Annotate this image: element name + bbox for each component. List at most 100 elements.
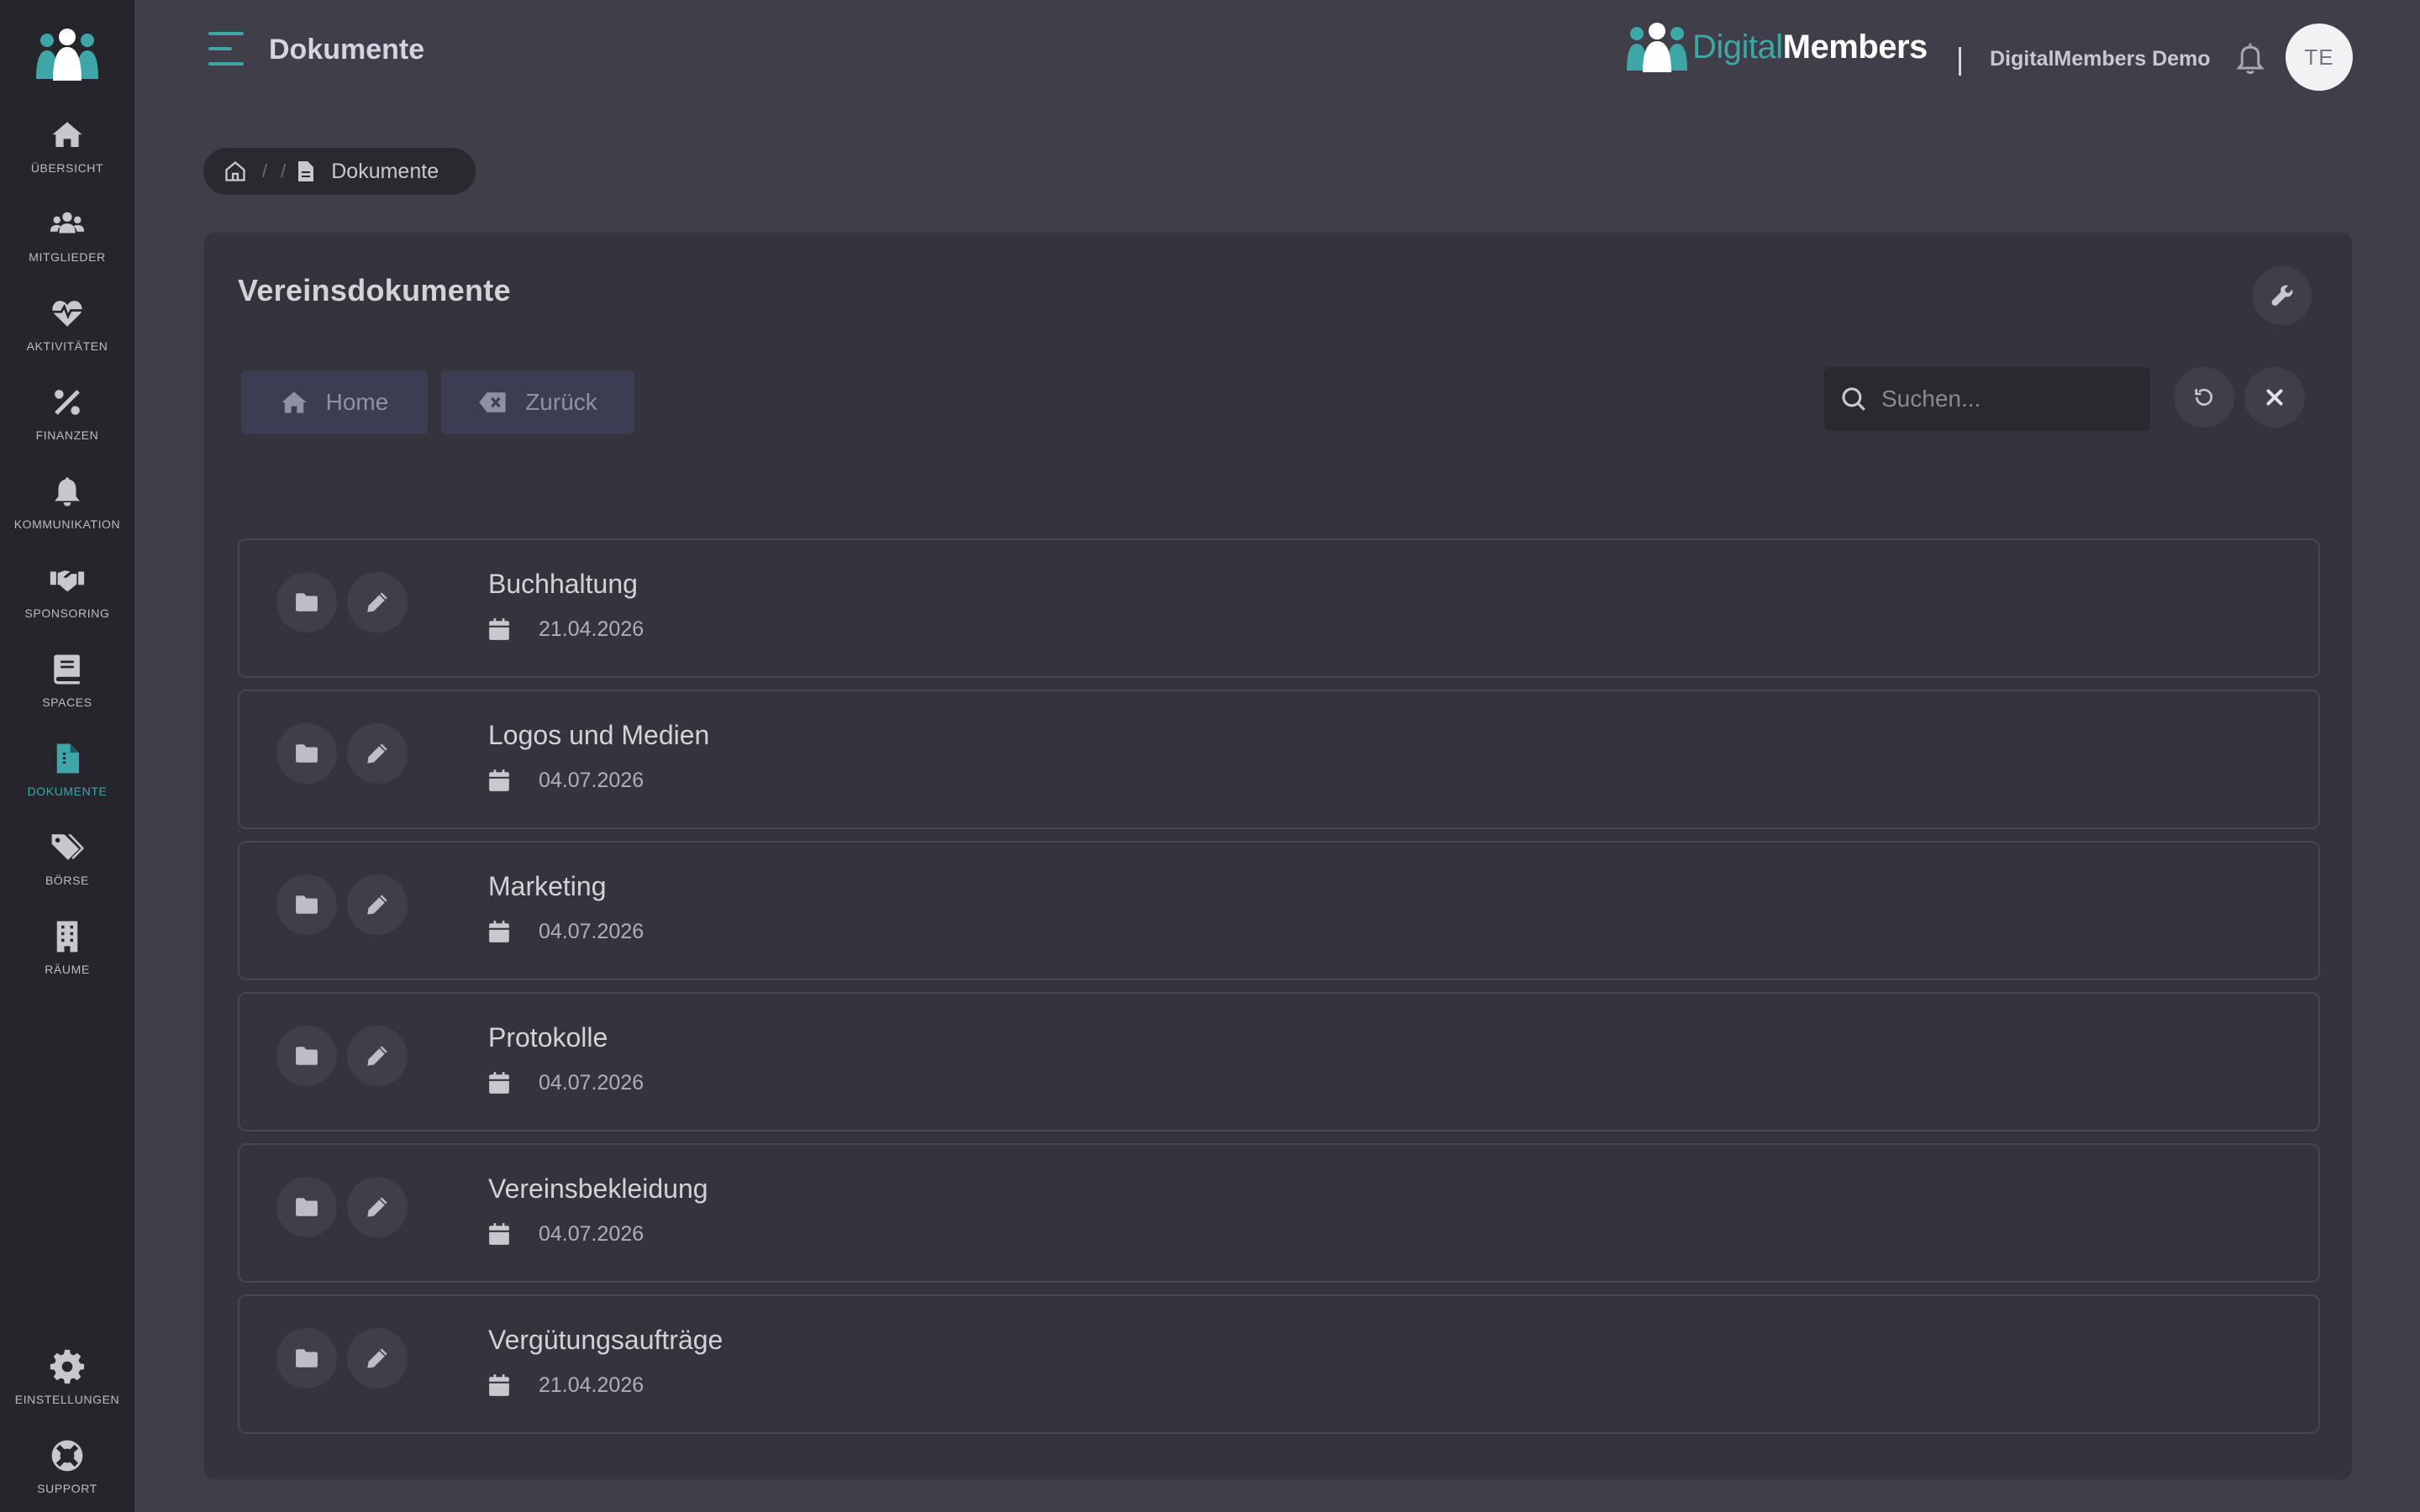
- sidebar: Übersicht Mitglieder Aktivitäten Finanze…: [0, 0, 134, 1512]
- menu-toggle-button[interactable]: [208, 32, 244, 66]
- document-row[interactable]: Vergütungsaufträge 21.04.2026: [238, 1294, 2320, 1434]
- home-icon: [281, 391, 307, 413]
- gear-icon: [50, 1349, 85, 1384]
- folder-icon: [296, 1047, 318, 1065]
- document-name: Logos und Medien: [488, 720, 710, 750]
- building-icon: [56, 921, 78, 953]
- close-icon: [2266, 389, 2283, 406]
- sidebar-item-label: Übersicht: [30, 161, 104, 175]
- document-name: Vereinsbekleidung: [488, 1173, 708, 1204]
- sidebar-item-label: Einstellungen: [14, 1393, 120, 1406]
- file-icon: [298, 161, 314, 181]
- sidebar-item-sponsoring[interactable]: Sponsoring: [0, 563, 134, 638]
- sidebar-item-boerse[interactable]: Börse: [0, 830, 134, 906]
- sidebar-item-label: Börse: [45, 874, 89, 887]
- edit-button[interactable]: [347, 723, 408, 784]
- brand-name: DigitalMembers: [1692, 29, 1928, 66]
- search-input[interactable]: [1881, 386, 2133, 412]
- document-row[interactable]: Protokolle 04.07.2026: [238, 992, 2320, 1131]
- document-row[interactable]: Vereinsbekleidung 04.07.2026: [238, 1143, 2320, 1283]
- hamburger-line: [208, 62, 244, 66]
- clear-button[interactable]: [2244, 367, 2305, 428]
- pencil-icon: [367, 1046, 387, 1066]
- sidebar-item-finanzen[interactable]: Finanzen: [0, 385, 134, 460]
- breadcrumb: / / Dokumente: [203, 148, 476, 195]
- handshake-icon: [50, 570, 85, 591]
- document-date: 04.07.2026: [539, 1071, 644, 1095]
- brand-logo: DigitalMembers: [1625, 22, 1928, 72]
- pencil-icon: [367, 592, 387, 612]
- folder-icon: [296, 895, 318, 914]
- sidebar-item-label: Spaces: [42, 696, 92, 709]
- home-icon: [52, 122, 82, 147]
- sidebar-item-label: Mitglieder: [29, 250, 106, 264]
- document-name: Protokolle: [488, 1022, 608, 1053]
- home-button-label: Home: [325, 389, 389, 415]
- sidebar-item-aktivitaeten[interactable]: Aktivitäten: [0, 296, 134, 371]
- breadcrumb-current[interactable]: Dokumente: [331, 160, 439, 184]
- open-folder-button[interactable]: [276, 1328, 337, 1389]
- document-date: 21.04.2026: [539, 1373, 644, 1397]
- breadcrumb-separator: /: [262, 160, 268, 181]
- open-folder-button[interactable]: [276, 572, 337, 633]
- pencil-icon: [367, 895, 387, 915]
- document-row[interactable]: Buchhaltung 21.04.2026: [238, 538, 2320, 678]
- wrench-icon: [2271, 285, 2293, 306]
- notifications-bell-icon[interactable]: [2235, 40, 2265, 76]
- document-row[interactable]: Logos und Medien 04.07.2026: [238, 690, 2320, 829]
- edit-button[interactable]: [347, 572, 408, 633]
- sidebar-item-label: Aktivitäten: [26, 339, 108, 353]
- back-button[interactable]: Zurück: [441, 370, 634, 434]
- reset-button[interactable]: [2174, 367, 2234, 428]
- home-outline-icon[interactable]: [224, 160, 247, 183]
- document-date: 21.04.2026: [539, 617, 644, 641]
- open-folder-button[interactable]: [276, 1026, 337, 1086]
- breadcrumb-separator: /: [281, 160, 287, 181]
- sidebar-item-label: Räume: [45, 963, 90, 976]
- sidebar-item-spaces[interactable]: Spaces: [0, 652, 134, 727]
- sidebar-item-mitglieder[interactable]: Mitglieder: [0, 207, 134, 282]
- sidebar-item-label: Support: [37, 1482, 97, 1495]
- tags-icon: [51, 834, 85, 860]
- app-logo-icon[interactable]: [36, 29, 98, 81]
- users-icon: [50, 212, 85, 234]
- open-folder-button[interactable]: [276, 874, 337, 935]
- organization-name: DigitalMembers Demo: [1990, 47, 2211, 71]
- edit-button[interactable]: [347, 874, 408, 935]
- sidebar-item-support[interactable]: Support: [0, 1438, 134, 1512]
- pencil-icon: [367, 743, 387, 764]
- heartbeat-icon: [52, 301, 82, 327]
- user-avatar[interactable]: TE: [2286, 24, 2353, 91]
- edit-button[interactable]: [347, 1177, 408, 1237]
- sidebar-item-raeume[interactable]: Räume: [0, 919, 134, 995]
- home-button[interactable]: Home: [241, 370, 428, 434]
- page-title: Dokumente: [269, 34, 425, 66]
- calendar-icon: [489, 618, 509, 640]
- document-icon: [56, 743, 79, 774]
- book-icon: [54, 654, 80, 685]
- hamburger-line: [208, 47, 232, 50]
- header-divider: [1959, 47, 1961, 76]
- sidebar-item-kommunikation[interactable]: Kommunikation: [0, 474, 134, 549]
- sidebar-item-dokumente[interactable]: Dokumente: [0, 741, 134, 816]
- sidebar-item-einstellungen[interactable]: Einstellungen: [0, 1349, 134, 1425]
- document-row[interactable]: Marketing 04.07.2026: [238, 841, 2320, 980]
- document-name: Marketing: [488, 871, 607, 901]
- edit-button[interactable]: [347, 1026, 408, 1086]
- document-date: 04.07.2026: [539, 769, 644, 792]
- calendar-icon: [489, 1072, 509, 1094]
- sidebar-item-label: Dokumente: [27, 785, 108, 798]
- brand-name-part1: Digital: [1692, 28, 1783, 66]
- open-folder-button[interactable]: [276, 723, 337, 784]
- edit-button[interactable]: [347, 1328, 408, 1389]
- card-title: Vereinsdokumente: [238, 273, 511, 307]
- sidebar-item-uebersicht[interactable]: Übersicht: [0, 118, 134, 193]
- open-folder-button[interactable]: [276, 1177, 337, 1237]
- documents-card: Vereinsdokumente Home Zurück Suchen... B…: [203, 232, 2353, 1480]
- document-date: 04.07.2026: [539, 920, 644, 943]
- percent-icon: [55, 390, 80, 415]
- calendar-icon: [489, 1223, 509, 1245]
- app-root: Übersicht Mitglieder Aktivitäten Finanze…: [0, 0, 2420, 1512]
- folder-icon: [296, 1349, 318, 1368]
- settings-wrench-button[interactable]: [2253, 266, 2312, 325]
